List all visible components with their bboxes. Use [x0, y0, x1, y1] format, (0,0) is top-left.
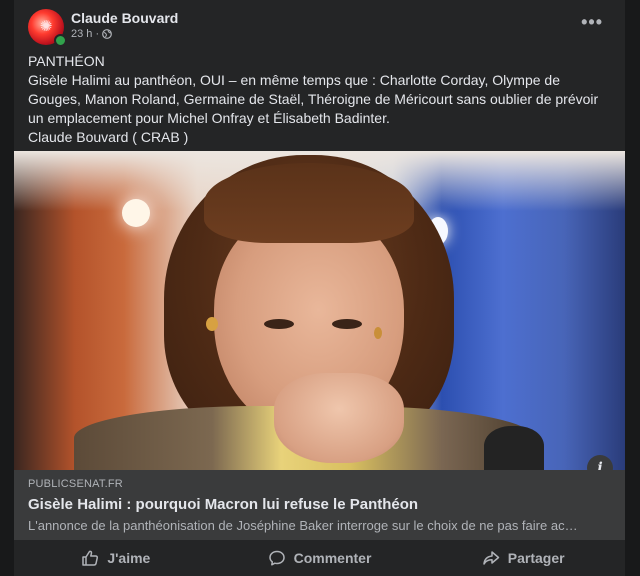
- post-header: ✺ Claude Bouvard 23 h · •••: [14, 0, 625, 50]
- action-bar: J'aime Commenter Partager: [14, 540, 625, 576]
- image-microphone: [484, 426, 544, 470]
- share-icon: [483, 551, 500, 565]
- image-earring: [206, 317, 218, 331]
- like-button[interactable]: J'aime: [14, 540, 218, 576]
- image-bangs: [204, 163, 414, 243]
- author-name[interactable]: Claude Bouvard: [71, 10, 178, 26]
- share-button[interactable]: Partager: [421, 540, 625, 576]
- comment-label: Commenter: [293, 550, 372, 566]
- avatar-emblem-icon: ✺: [39, 17, 53, 35]
- image-hand: [274, 373, 404, 463]
- link-preview[interactable]: PUBLICSENAT.FR Gisèle Halimi : pourquoi …: [14, 470, 625, 540]
- comment-icon: [268, 550, 285, 566]
- image-earring: [374, 327, 382, 339]
- share-label: Partager: [507, 550, 565, 566]
- globe-icon: [102, 29, 113, 39]
- link-preview-image[interactable]: [14, 151, 625, 470]
- link-description: L'annonce de la panthéonisation de Josép…: [28, 518, 578, 533]
- image-light: [122, 199, 150, 227]
- like-label: J'aime: [107, 550, 151, 566]
- post-meta: 23 h ·: [71, 28, 113, 40]
- more-options-button[interactable]: •••: [581, 12, 603, 33]
- image-eye: [332, 319, 362, 329]
- comment-button[interactable]: Commenter: [218, 540, 422, 576]
- link-domain: PUBLICSENAT.FR: [28, 478, 123, 490]
- post-text: PANTHÉON Gisèle Halimi au panthéon, OUI …: [28, 53, 599, 145]
- thumbs-up-icon: [82, 550, 99, 566]
- link-title[interactable]: Gisèle Halimi : pourquoi Macron lui refu…: [28, 496, 418, 513]
- online-status-dot: [54, 34, 67, 47]
- post-card: ✺ Claude Bouvard 23 h · ••• PANTHÉON Gis…: [14, 0, 625, 576]
- image-eye: [264, 319, 294, 329]
- post-timestamp[interactable]: 23 h ·: [71, 28, 99, 40]
